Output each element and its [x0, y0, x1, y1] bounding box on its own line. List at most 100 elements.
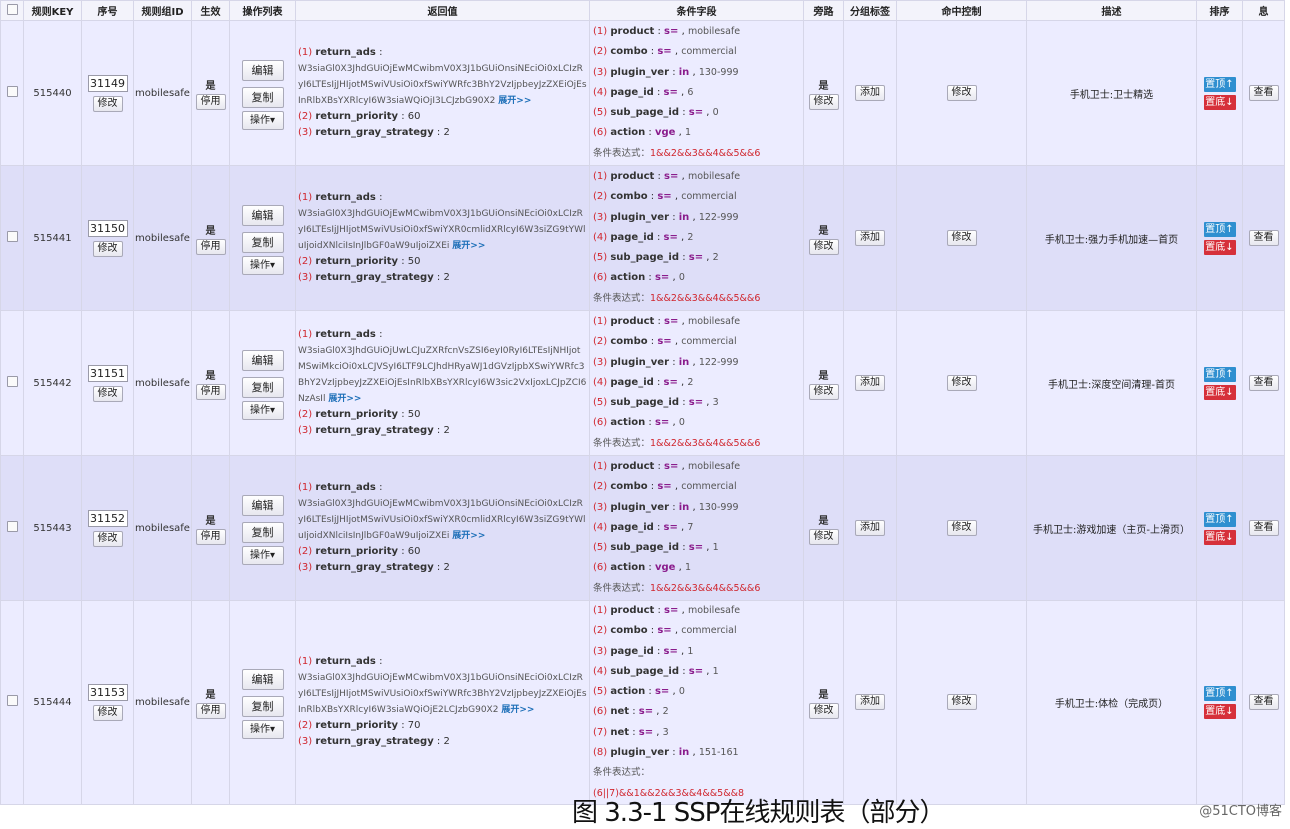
- column-header: 规则组ID: [133, 0, 192, 21]
- copy-button[interactable]: 复制: [241, 376, 284, 398]
- bypass-modify-button[interactable]: 修改: [808, 383, 839, 400]
- seq-modify-button[interactable]: 修改: [92, 704, 123, 721]
- return-values-cell: (1) return_ads : W3siaGl0X3JhdGUiOjEwMCwi…: [295, 20, 590, 166]
- seq-input[interactable]: 31152: [87, 509, 128, 527]
- seq-input[interactable]: 31151: [87, 364, 128, 382]
- expand-link[interactable]: 展开>>: [452, 241, 485, 251]
- copy-button[interactable]: 复制: [241, 86, 284, 108]
- return-item-number: (3): [298, 127, 313, 138]
- bypass-modify-button[interactable]: 修改: [808, 238, 839, 255]
- info-cell: 查看: [1242, 600, 1285, 805]
- select-all-checkbox[interactable]: [6, 3, 18, 15]
- hit-control-modify-button[interactable]: 修改: [946, 85, 977, 101]
- edit-button[interactable]: 编辑: [241, 59, 284, 81]
- edit-button[interactable]: 编辑: [241, 349, 284, 371]
- expand-link[interactable]: 展开>>: [452, 531, 485, 541]
- condition-value: 1: [684, 127, 692, 139]
- move-bottom-button[interactable]: 置底↓: [1203, 94, 1236, 110]
- disable-button[interactable]: 停用: [195, 238, 226, 255]
- add-tag-button[interactable]: 添加: [855, 230, 885, 246]
- add-tag-button[interactable]: 添加: [855, 375, 885, 391]
- sort-cell: 置顶↑ 置底↓: [1196, 310, 1243, 456]
- condition-key: net: [610, 726, 630, 738]
- column-header: 分组标签: [843, 0, 897, 21]
- condition-number: (2): [593, 336, 608, 348]
- row-checkbox[interactable]: [6, 695, 18, 707]
- seq-modify-button[interactable]: 修改: [92, 385, 123, 402]
- operations-dropdown[interactable]: 操作▾: [241, 719, 284, 739]
- view-button[interactable]: 查看: [1248, 520, 1279, 536]
- view-button[interactable]: 查看: [1248, 85, 1279, 101]
- move-bottom-button[interactable]: 置底↓: [1203, 239, 1236, 255]
- seq-input[interactable]: 31149: [87, 74, 128, 92]
- condition-number: (4): [593, 86, 608, 98]
- row-checkbox[interactable]: [6, 521, 18, 532]
- condition-key: combo: [610, 625, 648, 637]
- view-button[interactable]: 查看: [1248, 375, 1279, 391]
- rule-group-id: mobilesafe: [133, 600, 192, 805]
- edit-button[interactable]: 编辑: [241, 668, 284, 690]
- disable-button[interactable]: 停用: [195, 93, 226, 110]
- move-top-button[interactable]: 置顶↑: [1203, 685, 1236, 701]
- disable-button[interactable]: 停用: [195, 702, 226, 719]
- condition-item: (2) combo : s= , commercial: [593, 625, 737, 637]
- hit-control-modify-button[interactable]: 修改: [946, 520, 977, 536]
- condition-item: (8) plugin_ver : in , 151-161: [593, 747, 739, 759]
- operations-dropdown[interactable]: 操作▾: [241, 110, 284, 130]
- bypass-modify-button[interactable]: 修改: [808, 528, 839, 545]
- condition-number: (1): [593, 460, 608, 472]
- copy-button[interactable]: 复制: [241, 521, 284, 543]
- move-top-button[interactable]: 置顶↑: [1203, 221, 1236, 237]
- move-top-button[interactable]: 置顶↑: [1203, 511, 1236, 527]
- info-cell: 查看: [1242, 310, 1285, 456]
- seq-modify-button[interactable]: 修改: [92, 240, 123, 257]
- operations-dropdown[interactable]: 操作▾: [241, 255, 284, 275]
- move-bottom-button[interactable]: 置底↓: [1203, 384, 1236, 400]
- seq-input[interactable]: 31153: [87, 683, 128, 701]
- move-top-button[interactable]: 置顶↑: [1203, 366, 1236, 382]
- view-button[interactable]: 查看: [1248, 230, 1279, 246]
- copy-button[interactable]: 复制: [241, 695, 284, 717]
- condition-item: (3) plugin_ver : in , 122-999: [593, 211, 739, 223]
- row-checkbox[interactable]: [6, 86, 18, 97]
- operations-dropdown[interactable]: 操作▾: [241, 400, 284, 420]
- row-checkbox[interactable]: [6, 231, 18, 242]
- edit-button[interactable]: 编辑: [241, 204, 284, 226]
- hit-control-modify-button[interactable]: 修改: [946, 230, 977, 246]
- seq-cell: 31153 修改: [81, 600, 134, 805]
- hit-control-modify-button[interactable]: 修改: [946, 375, 977, 391]
- add-tag-button[interactable]: 添加: [855, 694, 885, 711]
- add-tag-button[interactable]: 添加: [855, 520, 885, 536]
- disable-button[interactable]: 停用: [195, 383, 226, 400]
- disable-button[interactable]: 停用: [195, 528, 226, 545]
- expand-link[interactable]: 展开>>: [328, 394, 361, 404]
- seq-modify-button[interactable]: 修改: [92, 530, 123, 547]
- seq-input[interactable]: 31150: [87, 219, 128, 237]
- expand-link[interactable]: 展开>>: [498, 96, 531, 106]
- row-checkbox[interactable]: [6, 376, 18, 387]
- rule-group-id: mobilesafe: [133, 310, 192, 456]
- move-bottom-button[interactable]: 置底↓: [1203, 703, 1236, 719]
- bypass-modify-button[interactable]: 修改: [808, 93, 839, 110]
- operations-dropdown[interactable]: 操作▾: [241, 545, 284, 565]
- condition-item: (3) page_id : s= , 1: [593, 645, 694, 657]
- column-header: 息: [1242, 0, 1285, 21]
- condition-expression: 条件表达式：1&&2&&3&&4&&5&&6: [593, 289, 800, 309]
- condition-operator: s=: [664, 25, 679, 37]
- seq-modify-button[interactable]: 修改: [92, 95, 123, 112]
- condition-value: 2: [687, 231, 694, 243]
- add-tag-button[interactable]: 添加: [855, 85, 885, 101]
- expand-link[interactable]: 展开>>: [501, 705, 534, 715]
- bypass-modify-button[interactable]: 修改: [808, 702, 839, 719]
- edit-button[interactable]: 编辑: [241, 494, 284, 516]
- conditions-cell: (1) product : s= , mobilesafe (2) combo :…: [589, 20, 804, 166]
- move-top-button[interactable]: 置顶↑: [1203, 76, 1236, 92]
- move-bottom-button[interactable]: 置底↓: [1203, 529, 1236, 545]
- view-button[interactable]: 查看: [1248, 694, 1279, 711]
- select-all-header[interactable]: [0, 0, 24, 21]
- copy-button[interactable]: 复制: [241, 231, 284, 253]
- condition-key: net: [610, 706, 630, 718]
- hit-control-modify-button[interactable]: 修改: [946, 694, 977, 711]
- condition-number: (2): [593, 191, 608, 203]
- hit-control-cell: 修改: [896, 20, 1027, 166]
